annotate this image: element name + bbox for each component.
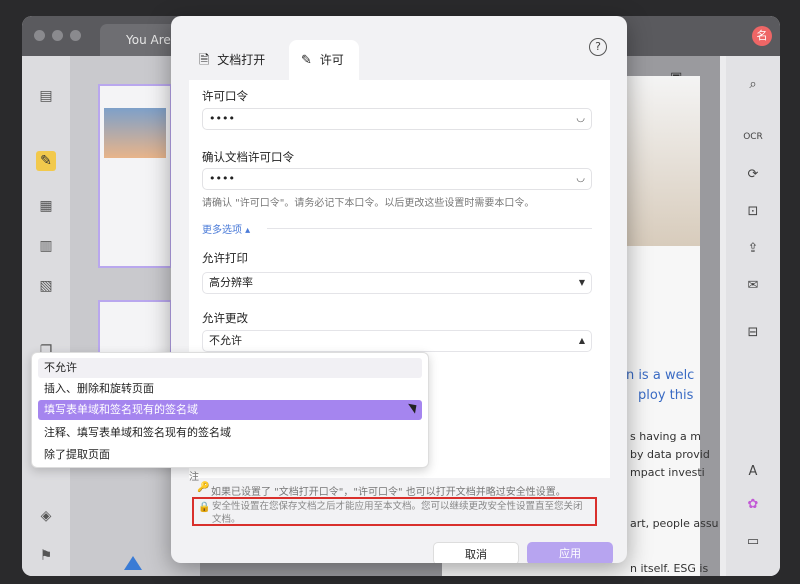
hide-password-icon[interactable]: ◡ — [576, 109, 585, 129]
cancel-button[interactable]: 取消 — [433, 542, 519, 563]
save-icon[interactable]: ⊟ — [742, 322, 764, 344]
warning-text: 安全性设置在您保存文档之后才能应用至本文档。您可以继续更改安全性设置直至您关闭文… — [212, 501, 583, 525]
zoom-window-button[interactable] — [70, 30, 81, 41]
layers-icon[interactable]: ◈ — [36, 506, 56, 526]
help-icon[interactable]: ? — [589, 38, 607, 56]
page-text-line: by data provid — [630, 448, 710, 461]
share-icon[interactable]: ⇪ — [742, 238, 764, 260]
page-heading-line: on is a welc — [618, 368, 695, 383]
password-hint: 请确认 "许可口令"。请务必记下本口令。以后更改这些设置时需要本口令。 — [202, 198, 535, 209]
ocr-icon[interactable]: OCR — [742, 126, 764, 148]
translate-icon[interactable]: A — [742, 461, 764, 483]
apply-button[interactable]: 应用 — [527, 542, 613, 563]
lock-doc-icon: 🗎 — [199, 53, 210, 68]
more-options-link[interactable]: 更多选项 ▴ — [202, 221, 250, 236]
security-warning: 🔒 安全性设置在您保存文档之后才能应用至本文档。您可以继续更改安全性设置直至您关… — [192, 497, 597, 526]
edit-icon: ✎ — [301, 53, 312, 68]
permission-password-label: 许可口令 — [202, 89, 248, 103]
allow-changes-dropdown: 不允许 插入、删除和旋转页面 填写表单域和签名现有的签名域 注释、填写表单域和签… — [31, 352, 429, 468]
dropdown-option[interactable]: 插入、删除和旋转页面 — [38, 379, 422, 399]
email-icon[interactable]: ✉ — [742, 275, 764, 297]
left-toolbar: ▤ ✎ ▦ ▥ ▧ ❐ ⌗ ◫ ◈ ⚑ — [22, 56, 70, 576]
allow-changes-label: 允许更改 — [202, 311, 248, 325]
dropdown-option[interactable]: 注释、填写表单域和签名现有的签名域 — [38, 423, 422, 443]
tab-permissions[interactable]: ✎ 许可 — [289, 40, 359, 80]
tab-label: 文档打开 — [217, 53, 266, 67]
page-thumbnail[interactable] — [98, 84, 172, 268]
tab-open-document[interactable]: 🗎 文档打开 — [189, 40, 289, 80]
hide-password-icon[interactable]: ◡ — [576, 169, 585, 189]
allow-changes-select[interactable]: 不允许 ▲ — [202, 330, 592, 352]
select-value: 高分辨率 — [209, 276, 253, 289]
confirm-password-label: 确认文档许可口令 — [202, 150, 294, 164]
thumbnail-image — [104, 108, 166, 158]
note-prefix: 注 — [189, 472, 199, 483]
ai-assistant-icon[interactable]: ✿ — [742, 494, 764, 516]
lock-icon: 🔒 — [198, 502, 211, 513]
right-toolbar: ⌕ OCR ⟳ ⊡ ⇪ ✉ ⊟ A ✿ ▭ — [726, 56, 780, 576]
thumbnail-logo-icon — [124, 556, 142, 570]
chevron-up-icon: ▲ — [578, 336, 585, 345]
note-key-icon: 🔑 — [197, 482, 210, 493]
select-value: 不允许 — [209, 334, 242, 347]
avatar[interactable]: 名 — [752, 26, 772, 46]
page-text-line: n itself. ESG is — [630, 562, 709, 575]
dropdown-option[interactable]: 填写表单域和签名现有的签名域 — [38, 400, 422, 420]
allow-print-select[interactable]: 高分辨率 ▼ — [202, 272, 592, 294]
page-text-line: s having a m — [630, 430, 701, 443]
bookmark-icon[interactable]: ⚑ — [36, 546, 56, 566]
password-value: •••• — [209, 172, 235, 185]
minimize-window-button[interactable] — [52, 30, 63, 41]
page-heading-line: ploy this — [638, 388, 694, 403]
dropdown-option[interactable]: 除了提取页面 — [38, 445, 422, 465]
close-window-button[interactable] — [34, 30, 45, 41]
chevron-down-icon: ▼ — [578, 278, 585, 287]
confirm-password-field[interactable]: •••• ◡ — [202, 168, 592, 190]
thumbnail-icon[interactable]: ▤ — [36, 86, 56, 106]
divider — [267, 228, 592, 229]
page-text-line: art, people assu — [630, 517, 719, 530]
form-icon[interactable]: ▧ — [36, 276, 56, 296]
permission-password-field[interactable]: •••• ◡ — [202, 108, 592, 130]
security-dialog: 🗎 文档打开 ✎ 许可 ? 许可口令 •••• ◡ 确认文档许可口令 •••• … — [171, 16, 627, 563]
protect-document-icon[interactable]: ⊡ — [742, 201, 764, 223]
highlight-icon[interactable]: ✎ — [36, 151, 56, 171]
search-icon[interactable]: ⌕ — [742, 74, 764, 96]
owner-password-note: 如果已设置了 "文档打开口令"，"许可口令" 也可以打开文档并略过安全性设置。 — [211, 487, 566, 498]
tab-label: 许可 — [319, 53, 344, 67]
page-text-line: mpact investi — [630, 466, 705, 479]
dropdown-option[interactable]: 不允许 — [38, 358, 422, 378]
allow-print-label: 允许打印 — [202, 251, 248, 265]
password-value: •••• — [209, 112, 235, 125]
convert-icon[interactable]: ⟳ — [742, 164, 764, 186]
page-layout-icon[interactable]: ▥ — [36, 236, 56, 256]
comment-icon[interactable]: ▭ — [742, 531, 764, 553]
edit-text-icon[interactable]: ▦ — [36, 196, 56, 216]
